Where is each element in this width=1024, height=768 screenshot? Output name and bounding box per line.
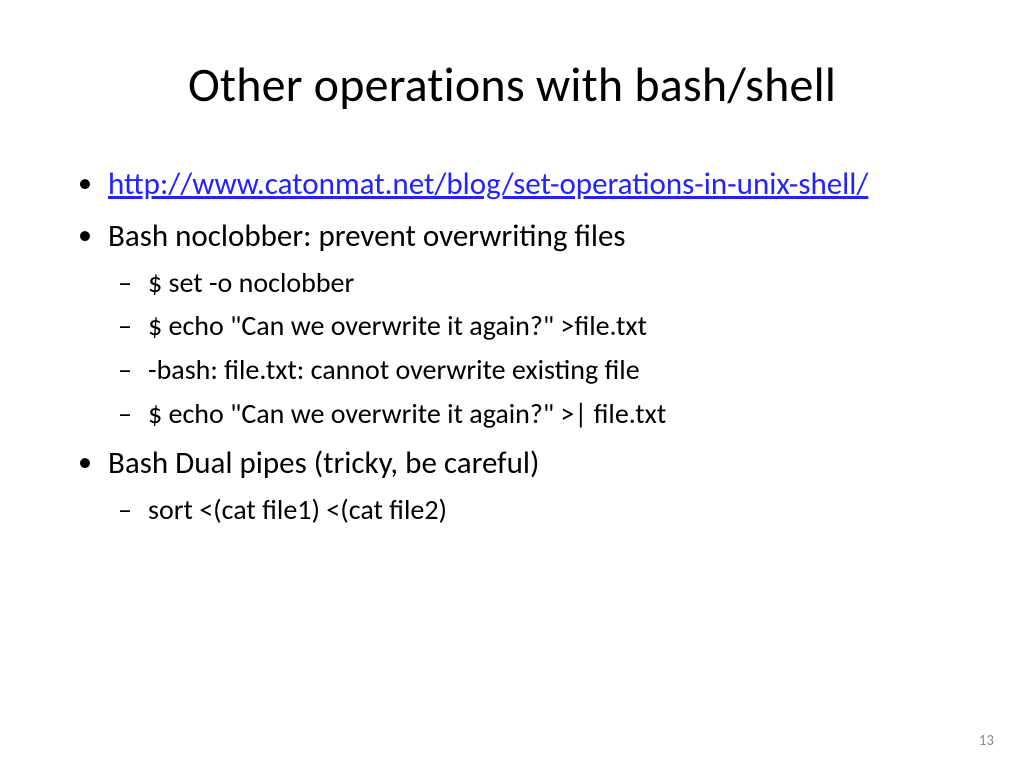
- sub-item: $ echo "Can we overwrite it again?" >fil…: [108, 307, 954, 345]
- sub-item: sort <(cat file1) <(cat file2): [108, 491, 954, 529]
- slide-title: Other operations with bash/shell: [70, 55, 954, 114]
- bullet-dualpipes: Bash Dual pipes (tricky, be careful) sor…: [70, 443, 954, 529]
- bullet-noclobber-text: Bash noclobber: prevent overwriting file…: [108, 217, 626, 255]
- slide: Other operations with bash/shell http://…: [0, 0, 1024, 768]
- sub-list-dualpipes: sort <(cat file1) <(cat file2): [108, 491, 954, 529]
- hyperlink-catonmat[interactable]: http://www.catonmat.net/blog/set-operati…: [108, 165, 868, 203]
- bullet-noclobber: Bash noclobber: prevent overwriting file…: [70, 216, 954, 433]
- sub-item: $ echo "Can we overwrite it again?" >| f…: [108, 395, 954, 433]
- sub-item: $ set -o noclobber: [108, 264, 954, 302]
- bullet-dualpipes-text: Bash Dual pipes (tricky, be careful): [108, 444, 539, 482]
- bullet-link: http://www.catonmat.net/blog/set-operati…: [70, 164, 954, 206]
- sub-list-noclobber: $ set -o noclobber $ echo "Can we overwr…: [108, 264, 954, 433]
- sub-item: -bash: file.txt: cannot overwrite existi…: [108, 351, 954, 389]
- bullet-list: http://www.catonmat.net/blog/set-operati…: [70, 164, 954, 529]
- page-number: 13: [979, 732, 994, 750]
